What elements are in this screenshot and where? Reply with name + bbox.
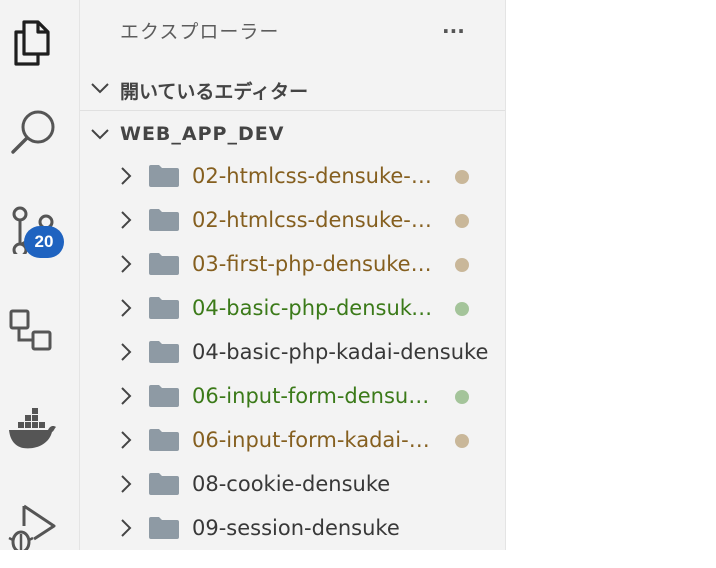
chevron-down-icon — [91, 83, 109, 94]
activity-docker[interactable] — [0, 394, 80, 474]
chevron-right-icon — [121, 519, 132, 537]
more-actions-icon[interactable]: ··· — [442, 21, 472, 41]
chevron-right-icon — [121, 387, 132, 405]
activity-source-control[interactable]: 20 — [0, 192, 80, 272]
folder-name: 04-basic-php-densuke-sample — [192, 296, 438, 320]
folder-icon — [149, 165, 179, 187]
git-status-dot — [455, 390, 469, 404]
folder-icon — [149, 253, 179, 275]
folder-row[interactable]: 09-session-densuke — [80, 506, 505, 550]
files-icon — [14, 20, 50, 66]
folder-name: 02-htmlcss-densuke-kadai — [192, 164, 438, 188]
git-status-dot — [455, 302, 469, 316]
folder-name: 09-session-densuke — [192, 516, 400, 540]
folder-row[interactable]: 02-htmlcss-densuke-sample — [80, 198, 505, 242]
search-icon — [11, 110, 55, 154]
chevron-right-icon — [121, 475, 132, 493]
folder-icon — [149, 429, 179, 451]
chevron-right-icon — [121, 255, 132, 273]
folder-row[interactable]: 03-first-php-densuke-kadai — [80, 242, 505, 286]
run-debug-icon — [8, 504, 56, 550]
chevron-right-icon — [121, 211, 132, 229]
folder-name: 06-input-form-densuke-sample — [192, 384, 438, 408]
chevron-right-icon — [121, 343, 132, 361]
folder-name: 04-basic-php-kadai-densuke — [192, 340, 489, 364]
folder-row[interactable]: 06-input-form-densuke-sample — [80, 374, 505, 418]
docker-icon — [9, 408, 56, 449]
folder-icon — [149, 385, 179, 407]
editor-area — [506, 0, 716, 550]
activity-bar: 20 — [0, 0, 80, 550]
open-editors-label: 開いているエディター — [120, 81, 309, 103]
git-status-dot — [455, 258, 469, 272]
folder-name: 03-first-php-densuke-kadai — [192, 252, 438, 276]
folder-name: 06-input-form-kadai-densuke — [192, 428, 438, 452]
chevron-right-icon — [121, 299, 132, 317]
folder-icon — [149, 209, 179, 231]
folder-row[interactable]: 08-cookie-densuke — [80, 462, 505, 506]
folder-icon — [149, 297, 179, 319]
folder-name: 02-htmlcss-densuke-sample — [192, 208, 438, 232]
activity-explorer[interactable] — [0, 6, 80, 86]
sidebar-title: エクスプローラー — [120, 21, 280, 43]
git-status-dot — [455, 214, 469, 228]
folder-row[interactable]: 06-input-form-kadai-densuke — [80, 418, 505, 462]
folder-row[interactable]: 04-basic-php-kadai-densuke — [80, 330, 505, 374]
folder-name: 08-cookie-densuke — [192, 472, 391, 496]
folder-row[interactable]: 02-htmlcss-densuke-kadai — [80, 154, 505, 198]
git-status-dot — [455, 170, 469, 184]
activity-run-debug[interactable] — [0, 488, 80, 568]
open-editors-section[interactable]: 開いているエディター — [80, 66, 505, 111]
git-status-dot — [455, 434, 469, 448]
folder-row[interactable]: 04-basic-php-densuke-sample — [80, 286, 505, 330]
folder-icon — [149, 517, 179, 539]
sidebar-header: エクスプローラー ··· — [80, 0, 505, 62]
source-control-badge: 20 — [24, 226, 64, 258]
chevron-right-icon — [121, 167, 132, 185]
workspace-section[interactable]: WEB_APP_DEV — [80, 112, 505, 156]
workspace-label: WEB_APP_DEV — [120, 123, 285, 145]
folder-icon — [149, 341, 179, 363]
chevron-down-icon — [91, 129, 109, 140]
remote-explorer-icon — [9, 309, 52, 351]
activity-search[interactable] — [0, 94, 80, 174]
explorer-sidebar: エクスプローラー ··· 開いているエディター WEB_APP_DEV 02-h… — [80, 0, 506, 550]
activity-remote-explorer[interactable] — [0, 294, 80, 374]
chevron-right-icon — [121, 431, 132, 449]
folder-icon — [149, 473, 179, 495]
